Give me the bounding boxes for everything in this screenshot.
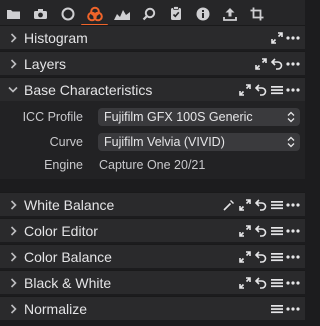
chevron-right-icon[interactable]: [6, 303, 20, 314]
icc-profile-label: ICC Profile: [22, 110, 83, 124]
expand-icon[interactable]: [253, 56, 269, 72]
circle-icon[interactable]: [54, 0, 81, 27]
curve-value: Fujifilm Velvia (VIVID): [104, 135, 225, 149]
panel-normalize[interactable]: Normalize: [0, 296, 305, 320]
chevron-right-icon[interactable]: [6, 277, 20, 288]
expand-icon[interactable]: [237, 223, 253, 239]
more-icon[interactable]: [285, 249, 301, 265]
expand-icon[interactable]: [237, 197, 253, 213]
reset-icon[interactable]: [253, 275, 269, 291]
panel-title: Base Characteristics: [24, 81, 153, 98]
more-icon[interactable]: [285, 82, 301, 98]
panel-title: Black & White: [24, 274, 112, 291]
tool-tabs-toolbar: [0, 0, 305, 27]
icc-profile-select[interactable]: Fujifilm GFX 100S Generic: [98, 108, 300, 126]
panel-black-and-white[interactable]: Black & White: [0, 270, 305, 294]
menu-icon[interactable]: [269, 223, 285, 239]
reset-icon[interactable]: [269, 56, 285, 72]
panel-color-balance[interactable]: Color Balance: [0, 244, 305, 268]
panel-title: White Balance: [24, 196, 115, 213]
menu-icon[interactable]: [269, 301, 285, 317]
upload-icon[interactable]: [216, 0, 243, 27]
crop-icon[interactable]: [243, 0, 270, 27]
more-icon[interactable]: [285, 56, 301, 72]
menu-icon[interactable]: [269, 275, 285, 291]
more-icon[interactable]: [285, 30, 301, 46]
panel-color-editor[interactable]: Color Editor: [0, 218, 305, 242]
search-icon[interactable]: [135, 0, 162, 27]
panel-white-balance[interactable]: White Balance: [0, 192, 305, 216]
chevron-right-icon[interactable]: [6, 58, 20, 69]
engine-value: Capture One 20/21: [99, 158, 206, 172]
curve-row: Curve Fujifilm Velvia (VIVID): [0, 132, 305, 152]
chevron-right-icon[interactable]: [6, 225, 20, 236]
panel-base-characteristics[interactable]: Base Characteristics: [0, 77, 305, 101]
panel-title: Layers: [24, 55, 67, 72]
panel-layers[interactable]: Layers: [0, 51, 305, 75]
panel-title: Normalize: [24, 300, 88, 317]
reset-icon[interactable]: [253, 82, 269, 98]
more-icon[interactable]: [285, 197, 301, 213]
clipboard-check-icon[interactable]: [162, 0, 189, 27]
curve-label: Curve: [49, 135, 83, 149]
color-icon[interactable]: [81, 0, 108, 27]
icc-profile-value: Fujifilm GFX 100S Generic: [104, 110, 253, 124]
menu-icon[interactable]: [269, 249, 285, 265]
panel-separator: [0, 179, 305, 191]
expand-icon[interactable]: [237, 249, 253, 265]
folder-icon[interactable]: [0, 0, 27, 27]
chevron-down-icon[interactable]: [6, 86, 20, 93]
reset-icon[interactable]: [253, 197, 269, 213]
reset-icon[interactable]: [253, 249, 269, 265]
panel-title: Color Balance: [24, 248, 112, 265]
menu-icon[interactable]: [269, 197, 285, 213]
expand-icon[interactable]: [237, 82, 253, 98]
chevron-right-icon[interactable]: [6, 199, 20, 210]
camera-icon[interactable]: [27, 0, 54, 27]
more-icon[interactable]: [285, 301, 301, 317]
info-icon[interactable]: [189, 0, 216, 27]
eyedropper-icon[interactable]: [221, 197, 237, 213]
menu-icon[interactable]: [269, 82, 285, 98]
icc-profile-row: ICC Profile Fujifilm GFX 100S Generic: [0, 107, 305, 127]
reset-icon[interactable]: [253, 223, 269, 239]
select-stepper-icon: [285, 134, 297, 150]
chevron-right-icon[interactable]: [6, 32, 20, 43]
panel-title: Color Editor: [24, 222, 98, 239]
engine-row: Engine Capture One 20/21: [0, 155, 305, 175]
panel-histogram[interactable]: Histogram: [0, 25, 305, 49]
engine-label: Engine: [44, 158, 83, 172]
more-icon[interactable]: [285, 275, 301, 291]
expand-icon[interactable]: [237, 275, 253, 291]
expand-icon[interactable]: [269, 30, 285, 46]
curve-select[interactable]: Fujifilm Velvia (VIVID): [98, 133, 300, 151]
select-stepper-icon: [285, 109, 297, 125]
chevron-right-icon[interactable]: [6, 251, 20, 262]
panel-title: Histogram: [24, 29, 88, 46]
more-icon[interactable]: [285, 223, 301, 239]
histogram-icon[interactable]: [108, 0, 135, 27]
base-characteristics-body: ICC Profile Fujifilm GFX 100S Generic Cu…: [0, 101, 305, 179]
